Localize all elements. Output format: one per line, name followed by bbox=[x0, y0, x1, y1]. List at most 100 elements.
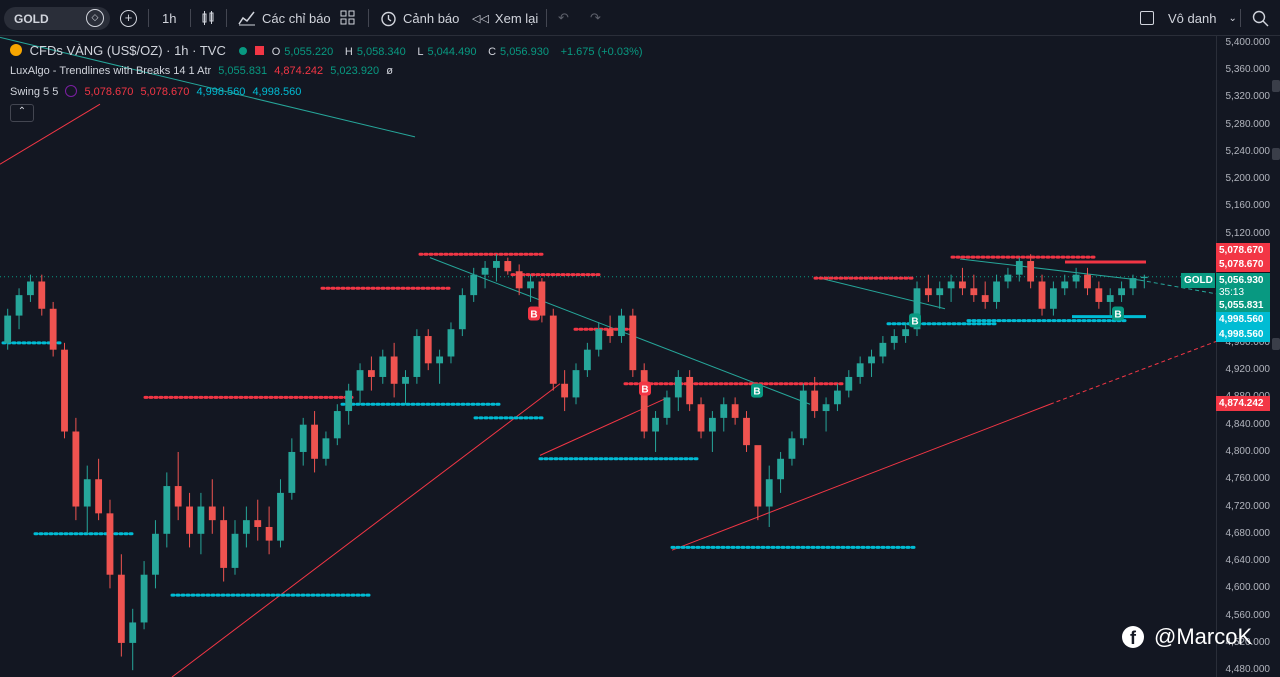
candle-body bbox=[731, 404, 739, 418]
layouts-button[interactable] bbox=[340, 0, 356, 36]
open-value: 5,055.220 bbox=[284, 46, 334, 58]
alerts-button[interactable]: Cảnh báo bbox=[380, 0, 459, 36]
checkbox-icon bbox=[1140, 11, 1154, 25]
candle-body bbox=[299, 424, 307, 452]
candle-body bbox=[1004, 274, 1012, 282]
candle-body bbox=[572, 370, 580, 398]
redo-button[interactable]: ↷ bbox=[590, 0, 601, 36]
indicator-legend-swing[interactable]: Swing 5 5 5,078.670 5,078.670 4,998.560 … bbox=[10, 85, 305, 98]
candle-body bbox=[277, 492, 284, 541]
indicator-settings-icon[interactable] bbox=[65, 85, 78, 97]
search-time-icon bbox=[1252, 10, 1269, 26]
candle-body bbox=[879, 342, 887, 357]
svg-text:B: B bbox=[1114, 310, 1121, 321]
side-scroll-handle[interactable] bbox=[1272, 148, 1280, 160]
high-value: 5,058.340 bbox=[356, 46, 406, 58]
candle-body bbox=[777, 458, 785, 480]
candle-body bbox=[470, 274, 478, 296]
plus-circle-icon: + bbox=[120, 9, 137, 27]
candle-body bbox=[959, 281, 966, 289]
author-handle: @MarcoK bbox=[1154, 624, 1253, 649]
candle-body bbox=[38, 281, 46, 309]
chart-type-button[interactable] bbox=[200, 0, 216, 36]
candle-body bbox=[606, 329, 614, 337]
indicator-value: 5,078.670 bbox=[84, 86, 134, 98]
symbol-search[interactable]: GOLD ◇ bbox=[4, 7, 110, 30]
side-scroll-handle[interactable] bbox=[1272, 338, 1280, 350]
indicators-button[interactable]: Các chỉ báo bbox=[238, 0, 331, 36]
candle-body bbox=[868, 356, 875, 364]
candle-body bbox=[754, 445, 762, 507]
toolbar-divider bbox=[546, 9, 547, 27]
price-tick: 4,800.000 bbox=[1225, 445, 1271, 457]
redo-icon: ↷ bbox=[590, 10, 601, 25]
candle-body bbox=[1015, 261, 1023, 275]
candle-body bbox=[811, 390, 819, 412]
close-label: C bbox=[488, 46, 497, 58]
candle-body bbox=[1095, 288, 1103, 302]
swing-low-tag: 4,998.560 bbox=[1216, 327, 1270, 342]
trendline-lower-tag: 4,874.242 bbox=[1216, 396, 1270, 411]
main-legend: CFDs VÀNG (US$/OZ) · 1h · TVC O 5,055.220… bbox=[10, 43, 647, 58]
price-tick: 5,320.000 bbox=[1225, 91, 1271, 103]
candle-body bbox=[845, 376, 853, 391]
candle-body bbox=[163, 486, 171, 534]
candle-body bbox=[413, 336, 421, 377]
chevron-down-icon: ⌄ bbox=[1228, 12, 1237, 24]
flag-icon[interactable] bbox=[255, 46, 265, 55]
candle-body bbox=[765, 479, 773, 507]
undo-button[interactable]: ↶ bbox=[558, 0, 569, 36]
candle-body bbox=[1061, 281, 1069, 289]
candle-body bbox=[129, 622, 137, 643]
quick-search-button[interactable] bbox=[1252, 0, 1269, 36]
add-symbol-button[interactable]: + bbox=[120, 0, 137, 36]
price-chart[interactable]: B B B B B bbox=[0, 36, 1216, 677]
price-tick: 4,680.000 bbox=[1225, 527, 1271, 539]
replay-button[interactable]: ◁◁ Xem lại bbox=[472, 0, 538, 36]
price-tick: 5,160.000 bbox=[1225, 200, 1271, 212]
svg-text:B: B bbox=[530, 310, 537, 321]
bearish-break-marker: B bbox=[639, 381, 651, 396]
candle-body bbox=[993, 281, 1000, 302]
candle-body bbox=[379, 356, 387, 377]
candle-body bbox=[549, 315, 557, 384]
indicator-value: 4,874.242 bbox=[274, 65, 324, 77]
swing-high-tag: 5,078.670 bbox=[1216, 243, 1270, 258]
grid-icon bbox=[340, 10, 355, 25]
candle-body bbox=[197, 506, 205, 534]
candle-body bbox=[1106, 295, 1114, 302]
indicator-legend-trendlines[interactable]: LuxAlgo - Trendlines with Breaks 14 1 At… bbox=[10, 65, 397, 77]
rewind-icon: ◁◁ bbox=[472, 12, 489, 25]
candle-body bbox=[720, 404, 728, 418]
collapse-legend-button[interactable]: ⌃ bbox=[10, 104, 34, 122]
swing-high-tag: 5,078.670 bbox=[1216, 257, 1270, 272]
candle-body bbox=[254, 520, 262, 527]
eye-dot-icon[interactable] bbox=[239, 47, 248, 55]
candle-body bbox=[220, 520, 228, 568]
candle-body bbox=[1049, 288, 1057, 309]
alerts-label: Cảnh báo bbox=[403, 10, 460, 26]
indicator-value: 4,998.560 bbox=[196, 86, 246, 98]
candle-body bbox=[799, 390, 807, 439]
candle-body bbox=[1038, 281, 1046, 309]
chevron-up-icon: ⌃ bbox=[17, 106, 27, 117]
diamond-icon[interactable]: ◇ bbox=[86, 9, 104, 27]
candle-body bbox=[890, 336, 898, 343]
price-tick: 4,480.000 bbox=[1225, 664, 1271, 676]
candle-body bbox=[345, 390, 353, 412]
candle-body bbox=[49, 308, 57, 350]
price-tick: 4,760.000 bbox=[1225, 473, 1271, 485]
side-scroll-handle[interactable] bbox=[1272, 80, 1280, 92]
candle-body bbox=[481, 267, 489, 275]
open-label: O bbox=[271, 46, 281, 58]
candle-body bbox=[788, 438, 796, 459]
chart-title: CFDs VÀNG (US$/OZ) · 1h · TVC bbox=[29, 43, 226, 58]
bullish-break-marker: B bbox=[1112, 306, 1124, 321]
toolbar-divider bbox=[148, 9, 149, 27]
price-axis[interactable]: 5,400.000 5,360.000 5,320.000 5,280.000 5,24… bbox=[1216, 36, 1280, 677]
interval-button[interactable]: 1h bbox=[162, 0, 176, 36]
layout-name-button[interactable]: Vô danh ⌄ bbox=[1140, 0, 1237, 36]
candle-body bbox=[583, 349, 591, 371]
indicator-value: ø bbox=[386, 65, 393, 77]
candle-body bbox=[265, 526, 273, 541]
